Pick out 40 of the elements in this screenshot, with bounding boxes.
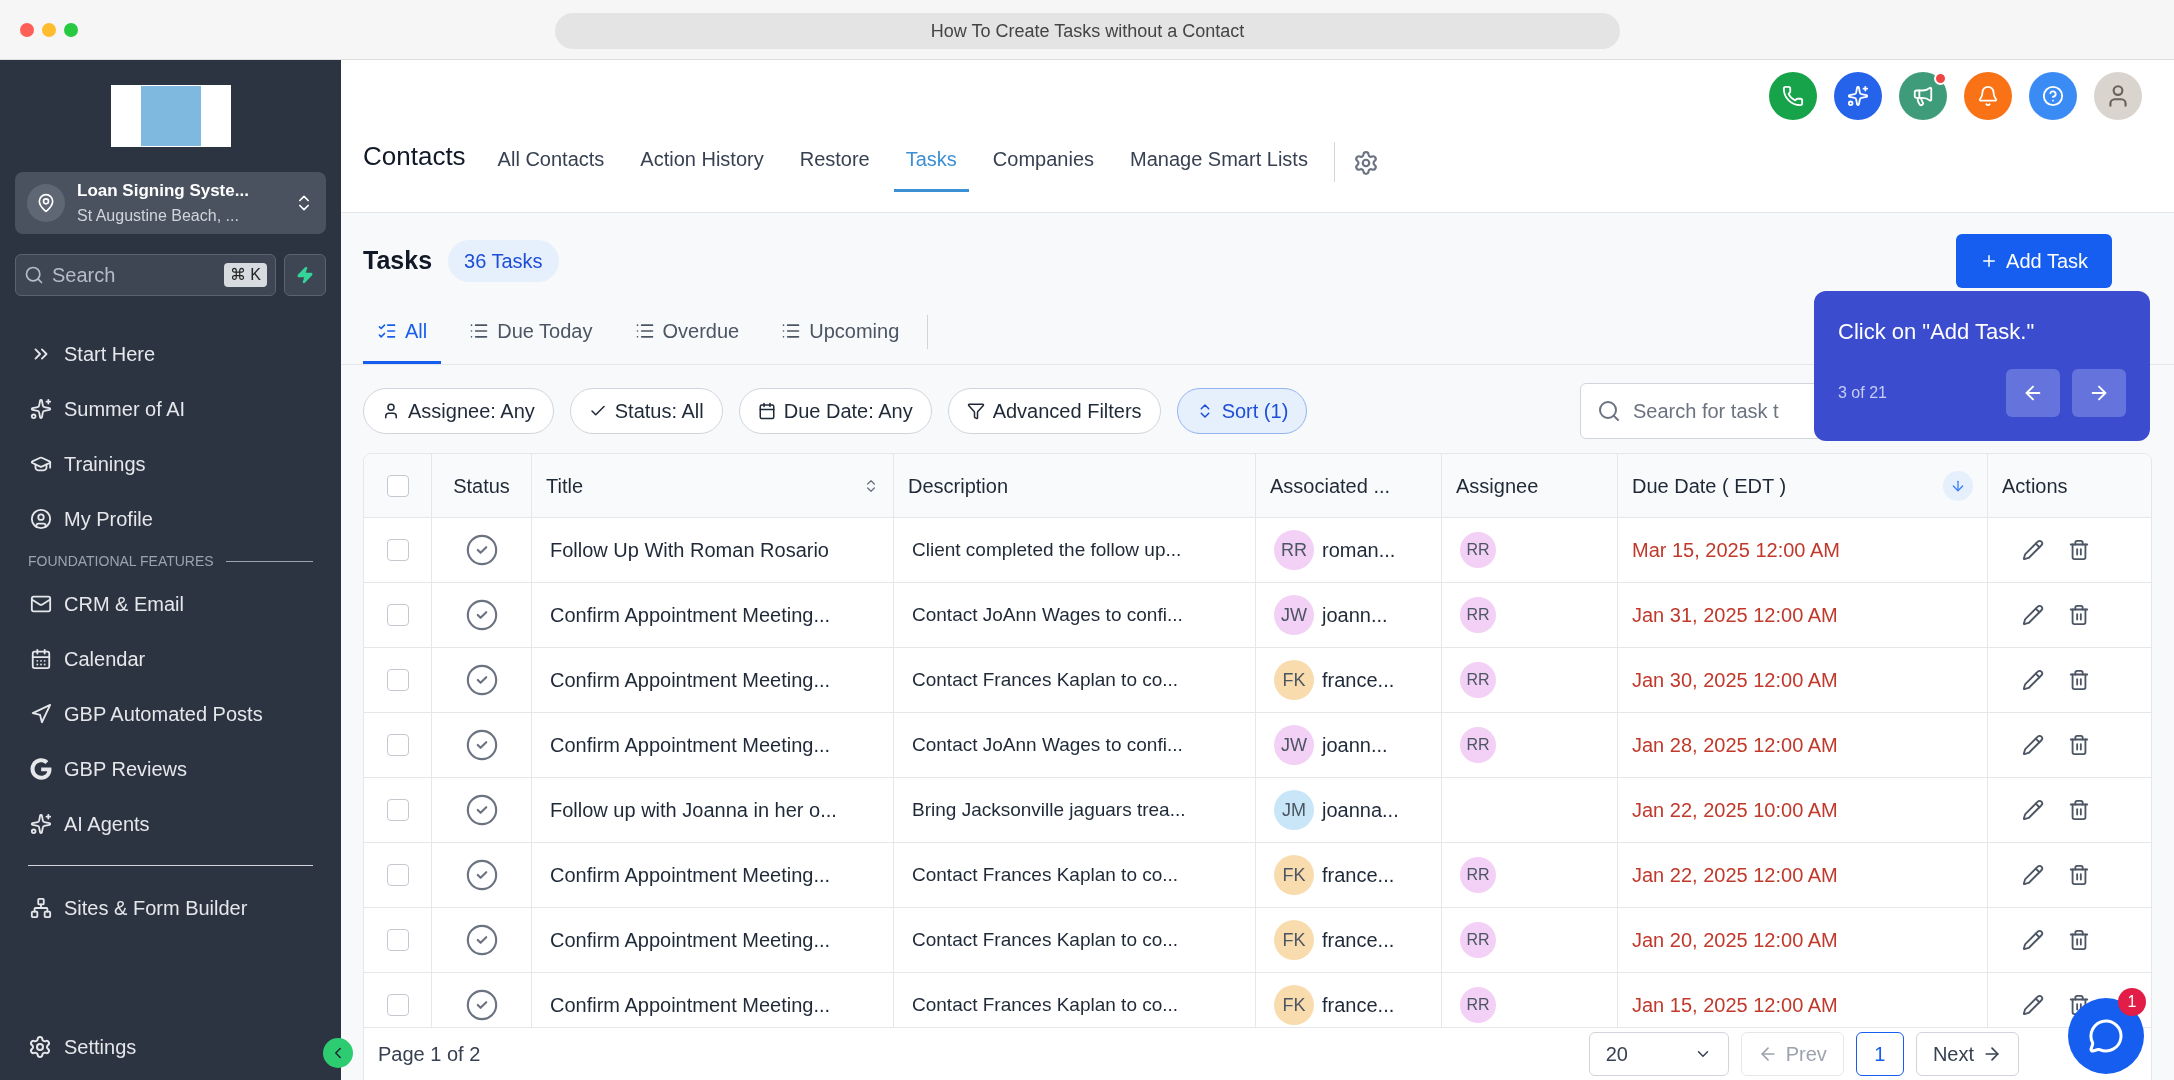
assignee-avatar: RR (1460, 662, 1496, 698)
contact-avatar: RR (1274, 530, 1314, 570)
contact-avatar: FK (1274, 920, 1314, 960)
due-date: Jan 22, 2025 10:00 AM (1632, 798, 1838, 823)
assignee-avatar: RR (1460, 727, 1496, 763)
due-date: Mar 15, 2025 12:00 AM (1632, 538, 1840, 563)
section-heading: FOUNDATIONAL FEATURES (28, 551, 214, 571)
page-title: Contacts (363, 140, 466, 173)
assignee-avatar: RR (1460, 987, 1496, 1023)
assignee-avatar: RR (1460, 857, 1496, 893)
assignee-avatar: RR (1460, 922, 1496, 958)
task-description: Contact JoAnn Wages to confi... (912, 732, 1183, 757)
task-description: Contact JoAnn Wages to confi... (912, 602, 1183, 627)
contact-avatar: JW (1274, 595, 1314, 635)
task-description: Contact Frances Kaplan to co... (912, 862, 1179, 887)
assignee-avatar: RR (1460, 597, 1496, 633)
due-date: Jan 15, 2025 12:00 AM (1632, 993, 1838, 1018)
contact-avatar: FK (1274, 855, 1314, 895)
account-location: St Augustine Beach, ... (77, 205, 240, 226)
task-description: Contact Frances Kaplan to co... (912, 667, 1179, 692)
contact-avatar: FK (1274, 660, 1314, 700)
due-date: Jan 22, 2025 12:00 AM (1632, 863, 1838, 888)
section-title: Tasks (363, 245, 433, 277)
task-description: Contact Frances Kaplan to co... (912, 927, 1179, 952)
contact-avatar: JM (1274, 790, 1314, 830)
count-badge: 36 Tasks (448, 240, 559, 282)
page-indicator: Page 1 of 2 (378, 1042, 481, 1067)
shortcut-key: ⌘ K (223, 263, 267, 287)
due-date: Jan 20, 2025 12:00 AM (1632, 928, 1838, 953)
task-description: Client completed the follow up... (912, 537, 1182, 562)
guide-text: Click on "Add Task." (1838, 318, 2036, 346)
due-date: Jan 31, 2025 12:00 AM (1632, 603, 1838, 628)
task-description: Bring Jacksonville jaguars trea... (912, 797, 1186, 822)
contact-avatar: FK (1274, 985, 1314, 1025)
due-date: Jan 28, 2025 12:00 AM (1632, 733, 1838, 758)
task-description: Contact Frances Kaplan to co... (912, 992, 1179, 1017)
account-name: Loan Signing Syste... (77, 180, 250, 203)
due-date: Jan 30, 2025 12:00 AM (1632, 668, 1838, 693)
contact-avatar: JW (1274, 725, 1314, 765)
assignee-avatar: RR (1460, 532, 1496, 568)
